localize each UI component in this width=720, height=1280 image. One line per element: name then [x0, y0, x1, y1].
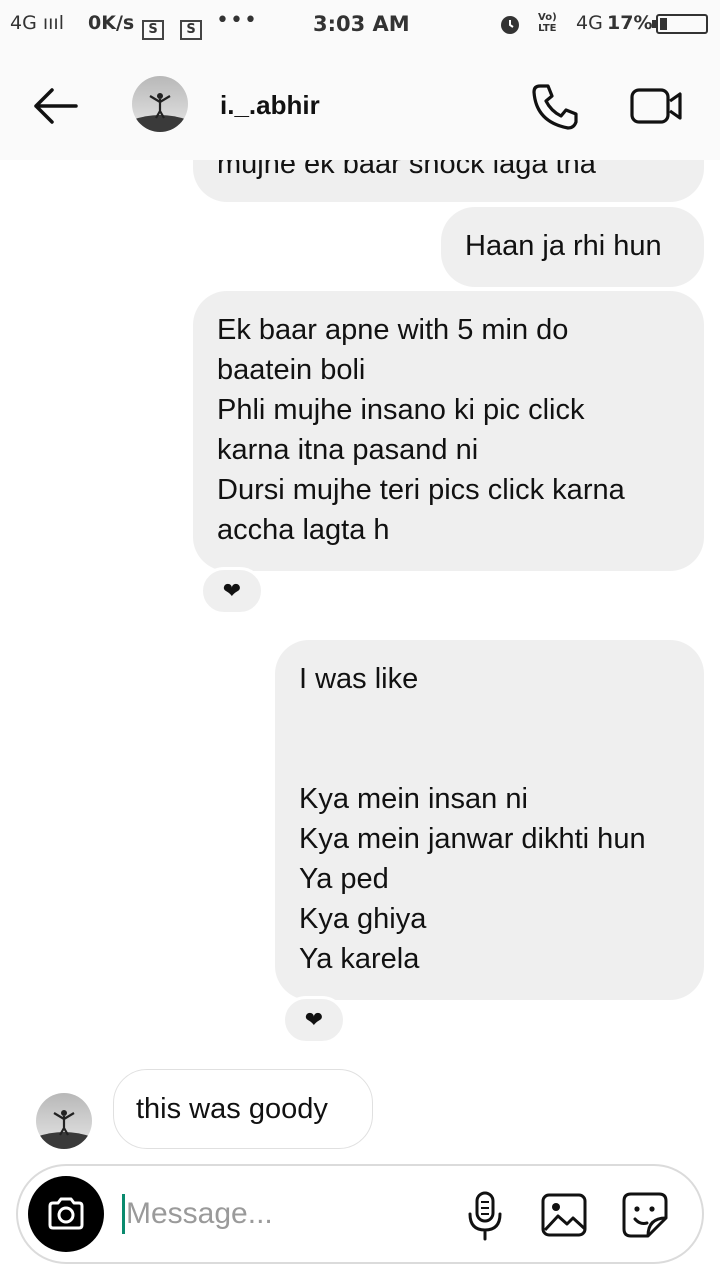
- message-bubble-outgoing[interactable]: Haan ja rhi hun: [441, 207, 704, 287]
- status-bar: 4G ıııl 0K/s S S ••• 3:03 AM Vo) LTE 4G 1…: [0, 0, 720, 52]
- video-camera-icon[interactable]: [630, 86, 682, 126]
- message-bubble-outgoing[interactable]: Ek baar apne with 5 min do baatein boli …: [193, 291, 704, 571]
- clock: 3:03 AM: [313, 12, 410, 36]
- message-bubble-incoming[interactable]: this was goody: [113, 1069, 373, 1149]
- microphone-icon[interactable]: [464, 1190, 506, 1242]
- sender-avatar[interactable]: [36, 1093, 92, 1149]
- back-arrow-icon[interactable]: [28, 86, 82, 126]
- message-composer: [16, 1164, 704, 1264]
- sticker-icon[interactable]: [620, 1190, 670, 1240]
- signal-icon: ıııl: [42, 12, 64, 34]
- s-notification-icon: S: [180, 14, 202, 40]
- message-bubble-outgoing[interactable]: I was like Kya mein insan ni Kya mein ja…: [275, 640, 704, 1000]
- battery-fill: [660, 18, 667, 30]
- data-speed: 0K/s: [88, 12, 135, 34]
- heart-reaction-icon[interactable]: ❤: [282, 996, 346, 1044]
- avatar[interactable]: [132, 76, 188, 132]
- camera-icon[interactable]: [28, 1176, 104, 1252]
- battery-icon: [652, 14, 708, 34]
- message-input[interactable]: [126, 1192, 426, 1236]
- volte-icon: Vo) LTE: [538, 12, 557, 34]
- phone-icon[interactable]: [530, 82, 580, 130]
- network-type: 4G: [576, 12, 603, 34]
- network-label: 4G: [10, 12, 37, 34]
- battery-percent: 17%: [607, 12, 653, 34]
- alarm-icon: [498, 12, 522, 41]
- image-icon[interactable]: [540, 1192, 588, 1238]
- text-cursor: [122, 1194, 125, 1234]
- more-notifications-icon: •••: [216, 8, 258, 33]
- network-indicator: 4G ıııl: [10, 12, 64, 34]
- s-notification-icon: S: [142, 14, 164, 40]
- chat-header: i._.abhir: [0, 52, 720, 160]
- chat-username[interactable]: i._.abhir: [220, 90, 320, 121]
- heart-reaction-icon[interactable]: ❤: [200, 567, 264, 615]
